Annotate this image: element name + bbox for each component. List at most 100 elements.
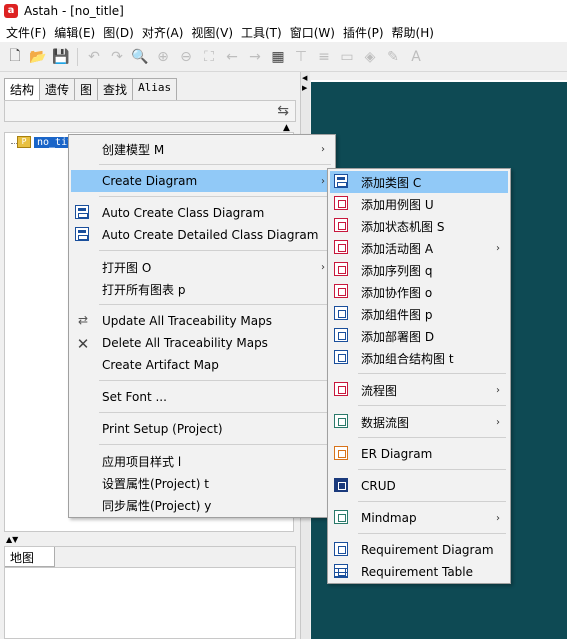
- tab-alias[interactable]: Alias: [132, 78, 178, 100]
- menu-tools[interactable]: 工具(T): [237, 24, 286, 41]
- fit-icon[interactable]: ⛶: [200, 48, 218, 66]
- submenu-item-label: 添加状态机图 S: [361, 219, 445, 234]
- menu-item-set-properties[interactable]: 设置属性(Project) t: [71, 472, 333, 494]
- menu-item-create-diagram[interactable]: Create Diagram ›: [71, 170, 333, 192]
- submenu-item-composite-structure-diagram[interactable]: 添加组合结构图 t: [330, 347, 508, 369]
- submenu-item-requirement-table[interactable]: Requirement Table: [330, 561, 508, 583]
- fill-color-icon[interactable]: ◈: [361, 48, 379, 66]
- submenu-item-communication-diagram[interactable]: 添加协作图 o: [330, 281, 508, 303]
- component-diagram-icon: [334, 306, 350, 322]
- menu-item-set-font[interactable]: Set Font ...: [71, 386, 333, 408]
- line-color-icon[interactable]: ✎: [384, 48, 402, 66]
- redo-icon[interactable]: ↷: [108, 48, 126, 66]
- menu-item-auto-class-diagram[interactable]: Auto Create Class Diagram: [71, 202, 333, 224]
- new-file-icon[interactable]: 🗋: [6, 48, 24, 66]
- er-diagram-icon: [334, 446, 350, 462]
- menu-item-label: Update All Traceability Maps: [102, 314, 272, 328]
- menu-plugins[interactable]: 插件(P): [339, 24, 388, 41]
- submenu-item-component-diagram[interactable]: 添加组件图 p: [330, 303, 508, 325]
- submenu-item-dataflow-diagram[interactable]: 数据流图 ›: [330, 411, 508, 433]
- map-panel: 地图: [4, 546, 296, 639]
- requirement-diagram-icon: [334, 542, 350, 558]
- submenu-item-crud[interactable]: CRUD: [330, 475, 508, 497]
- tab-inheritance[interactable]: 遗传: [39, 78, 76, 100]
- submenu-item-class-diagram[interactable]: 添加类图 C: [330, 171, 508, 193]
- submenu-item-label: CRUD: [361, 479, 396, 493]
- menu-separator: [358, 405, 506, 406]
- menu-diagram[interactable]: 图(D): [99, 24, 138, 41]
- menu-item-update-traceability[interactable]: ⇄ Update All Traceability Maps: [71, 310, 333, 332]
- menu-item-label: Set Font ...: [102, 390, 167, 404]
- submenu-item-statemachine-diagram[interactable]: 添加状态机图 S: [330, 215, 508, 237]
- submenu-item-flowchart[interactable]: 流程图 ›: [330, 379, 508, 401]
- menu-help[interactable]: 帮助(H): [388, 24, 438, 41]
- menu-window[interactable]: 窗口(W): [286, 24, 339, 41]
- submenu-item-label: 添加用例图 U: [361, 197, 434, 212]
- menu-item-create-model[interactable]: 创建模型 M ›: [71, 138, 333, 160]
- menu-separator: [358, 437, 506, 438]
- zoom-in-icon[interactable]: ⊕: [154, 48, 172, 66]
- menu-align[interactable]: 对齐(A): [138, 24, 188, 41]
- submenu-item-label: 添加类图 C: [361, 175, 422, 190]
- submenu-item-label: Requirement Diagram: [361, 543, 494, 557]
- font-color-icon[interactable]: A: [407, 48, 425, 66]
- zoom-out-icon[interactable]: ⊖: [177, 48, 195, 66]
- submenu-item-label: 数据流图: [361, 415, 410, 430]
- menu-item-sync-properties[interactable]: 同步属性(Project) y: [71, 494, 333, 516]
- menu-item-apply-project-style[interactable]: 应用项目样式 l: [71, 450, 333, 472]
- submenu-item-label: 添加部署图 D: [361, 329, 435, 344]
- zoom-icon[interactable]: 🔍: [131, 48, 149, 66]
- submenu-item-usecase-diagram[interactable]: 添加用例图 U: [330, 193, 508, 215]
- menu-item-delete-traceability[interactable]: ✕ Delete All Traceability Maps: [71, 332, 333, 354]
- menu-item-label: Print Setup (Project): [102, 422, 223, 436]
- menu-edit[interactable]: 编辑(E): [50, 24, 99, 41]
- submenu-item-label: 添加协作图 o: [361, 285, 433, 300]
- sync-icon[interactable]: ⇆: [277, 103, 289, 119]
- submenu-item-activity-diagram[interactable]: 添加活动图 A ›: [330, 237, 508, 259]
- tab-search[interactable]: 查找: [97, 78, 134, 100]
- menu-separator: [358, 373, 506, 374]
- submenu-item-label: 添加组合结构图 t: [361, 351, 454, 366]
- collapse-right-icon[interactable]: ▶: [302, 84, 307, 92]
- align-icon[interactable]: ⊤: [292, 48, 310, 66]
- submenu-item-deployment-diagram[interactable]: 添加部署图 D: [330, 325, 508, 347]
- tab-diagram[interactable]: 图: [74, 78, 99, 100]
- submenu-item-label: ER Diagram: [361, 447, 433, 461]
- save-icon[interactable]: 💾: [52, 48, 70, 66]
- submenu-item-er-diagram[interactable]: ER Diagram: [330, 443, 508, 465]
- tab-structure[interactable]: 结构: [4, 78, 41, 100]
- menu-item-auto-detailed-class-diagram[interactable]: Auto Create Detailed Class Diagram: [71, 224, 333, 246]
- menu-item-open-all-diagrams[interactable]: 打开所有图表 p: [71, 278, 333, 300]
- undo-icon[interactable]: ↶: [85, 48, 103, 66]
- chevron-right-icon: ›: [496, 242, 500, 254]
- menu-item-label: 同步属性(Project) y: [102, 498, 212, 513]
- sequence-diagram-icon: [334, 262, 350, 278]
- tab-map[interactable]: 地图: [5, 547, 55, 567]
- menu-view[interactable]: 视图(V): [187, 24, 237, 41]
- title-bar: a Astah - [no_title]: [0, 0, 567, 22]
- qrcode-icon[interactable]: ▦: [269, 48, 287, 66]
- create-diagram-submenu: 添加类图 C 添加用例图 U 添加状态机图 S 添加活动图 A › 添加序列图 …: [327, 168, 511, 584]
- open-folder-icon[interactable]: 📂: [29, 48, 47, 66]
- distribute-icon[interactable]: ≡: [315, 48, 333, 66]
- menu-item-print-setup[interactable]: Print Setup (Project): [71, 418, 333, 440]
- submenu-item-label: 流程图: [361, 383, 398, 398]
- chevron-right-icon: ›: [321, 261, 325, 273]
- requirement-table-icon: [334, 564, 350, 580]
- menu-file[interactable]: 文件(F): [2, 24, 50, 41]
- submenu-item-mindmap[interactable]: Mindmap ›: [330, 507, 508, 529]
- menu-item-label: Auto Create Detailed Class Diagram: [102, 228, 319, 242]
- back-icon[interactable]: ←: [223, 48, 241, 66]
- menu-item-create-artifact-map[interactable]: Create Artifact Map: [71, 354, 333, 376]
- forward-icon[interactable]: →: [246, 48, 264, 66]
- menu-separator: [358, 501, 506, 502]
- submenu-item-requirement-diagram[interactable]: Requirement Diagram: [330, 539, 508, 561]
- layer-icon[interactable]: ▭: [338, 48, 356, 66]
- submenu-item-sequence-diagram[interactable]: 添加序列图 q: [330, 259, 508, 281]
- chevron-right-icon: ›: [496, 384, 500, 396]
- menu-item-open-diagram[interactable]: 打开图 O ›: [71, 256, 333, 278]
- tree-toolbar: ⇆: [4, 100, 296, 122]
- collapse-left-icon[interactable]: ◀: [302, 74, 307, 82]
- menu-item-label: 打开图 O: [102, 260, 152, 275]
- splitter-arrows-icon[interactable]: ▲▼: [6, 535, 18, 544]
